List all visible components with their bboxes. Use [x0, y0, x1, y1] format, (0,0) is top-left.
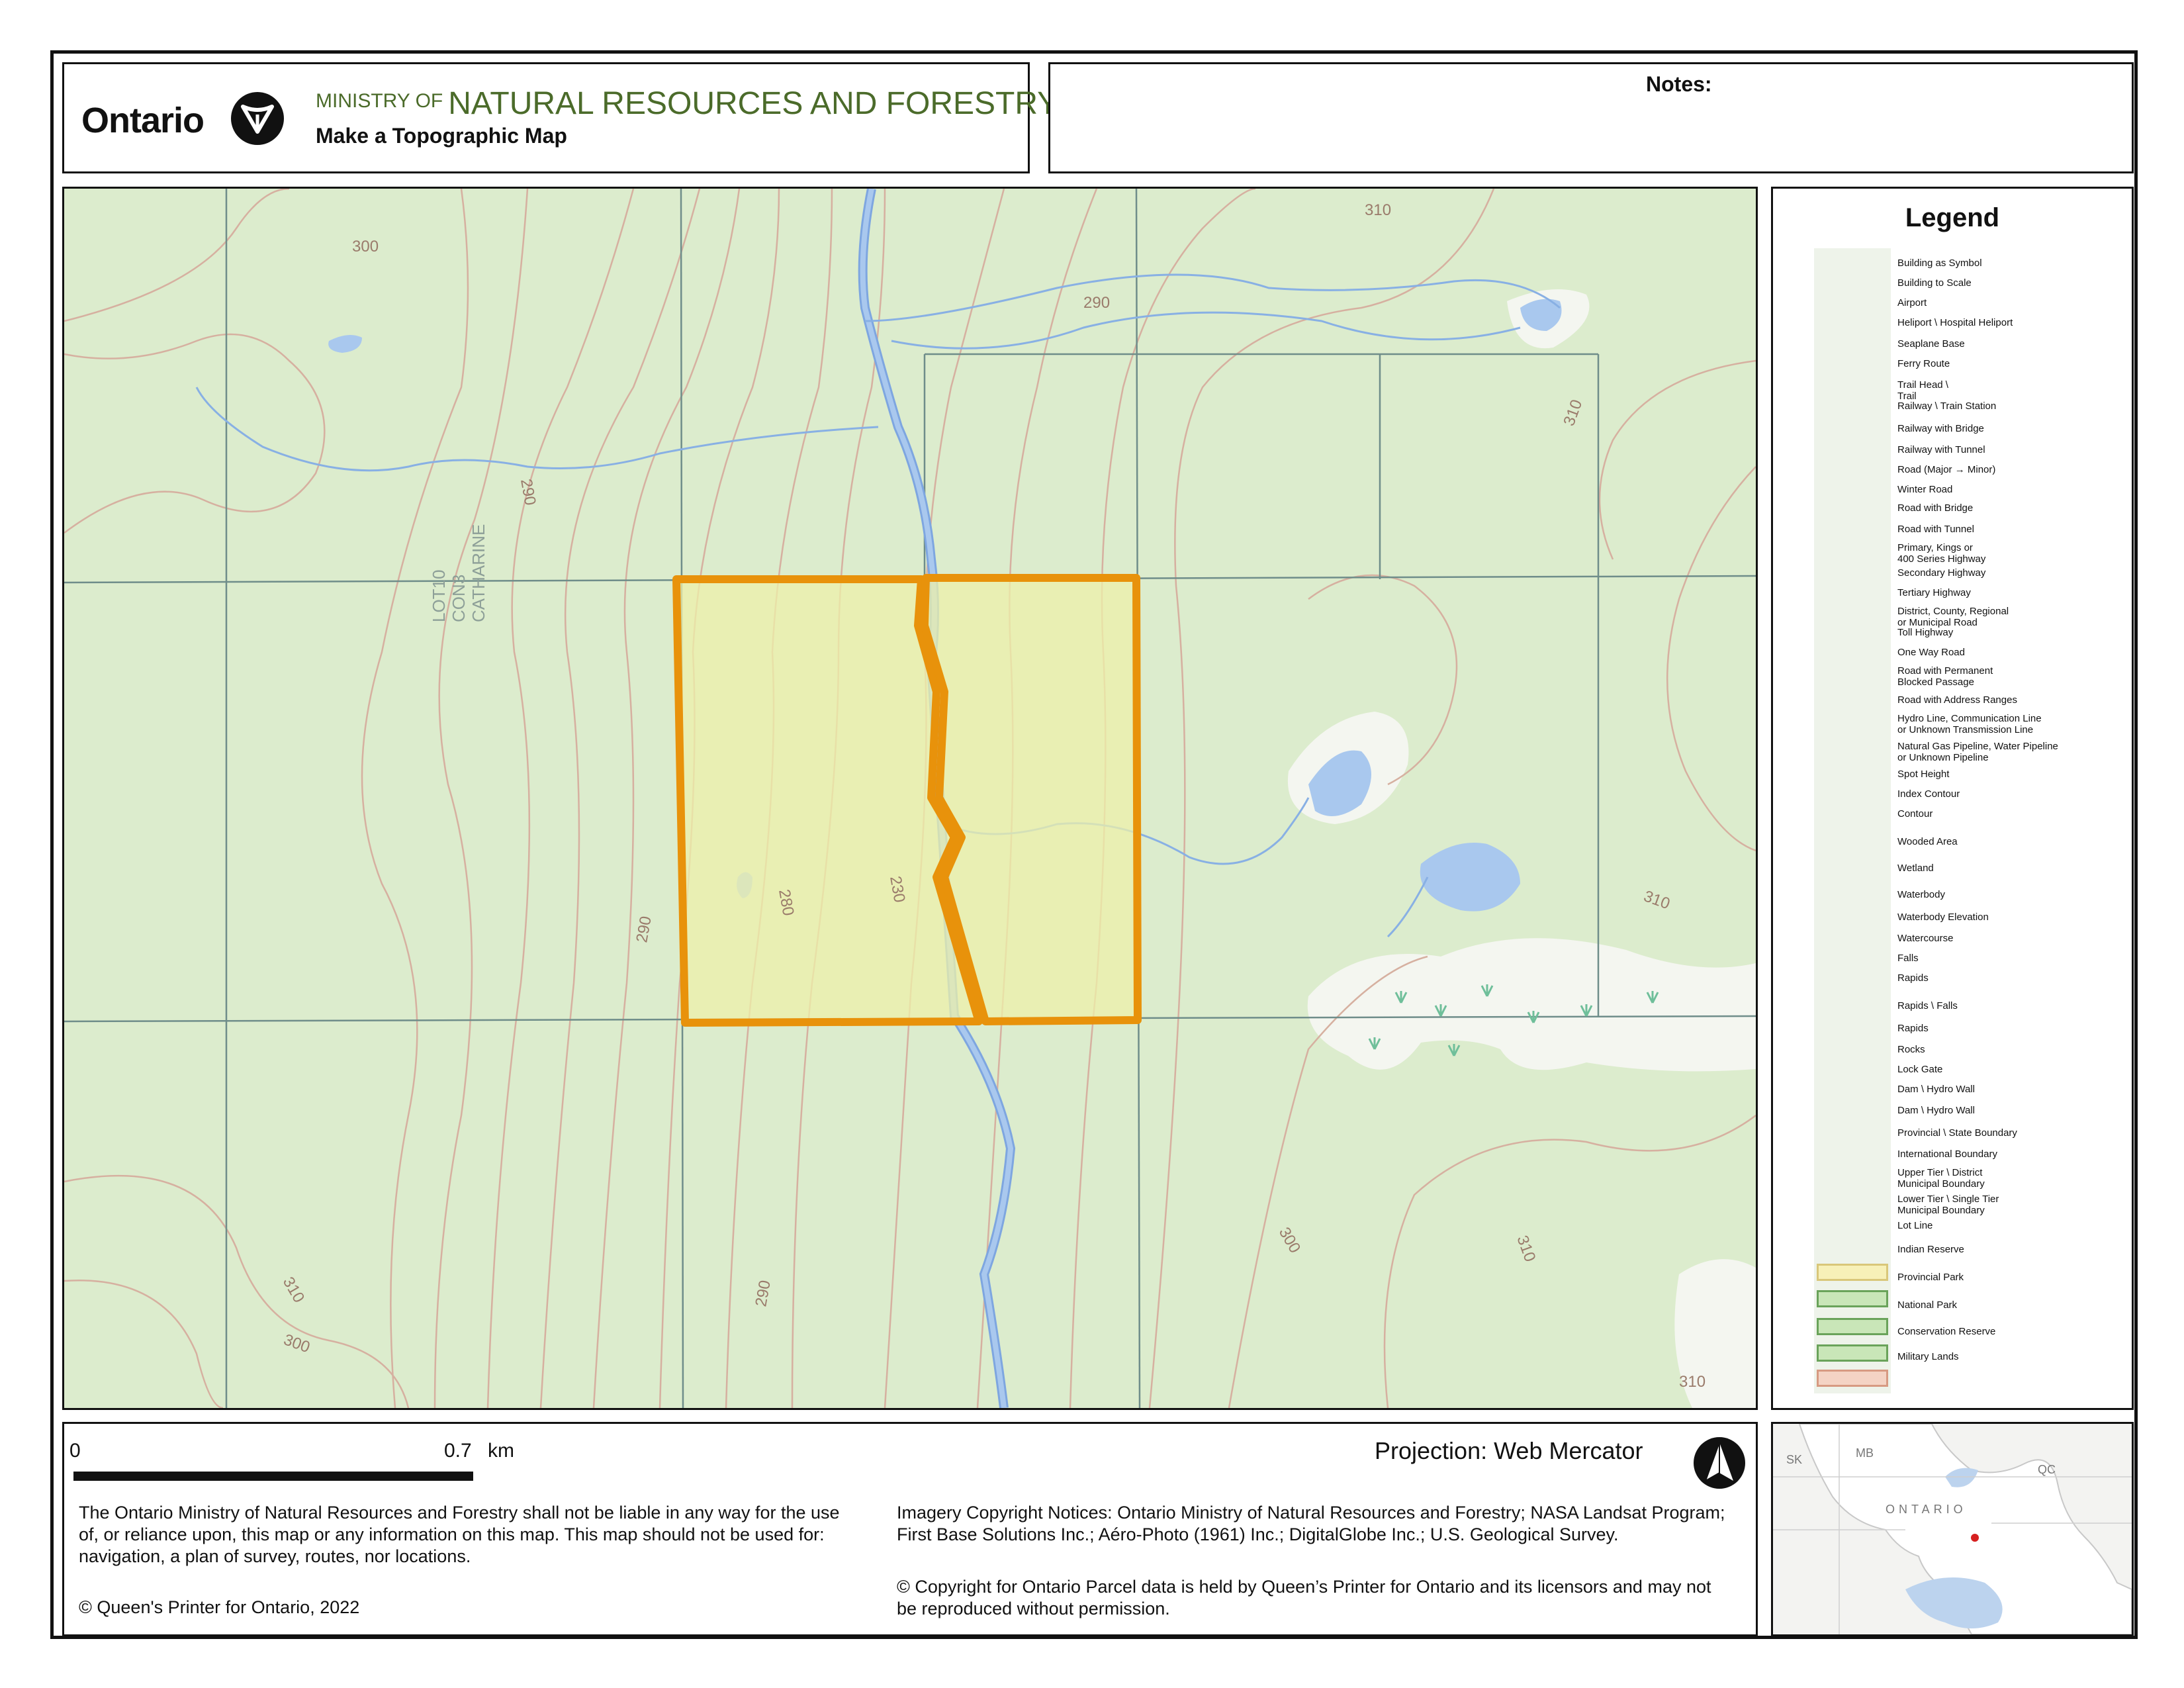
legend-item: Provincial \ State Boundary [1897, 1127, 2017, 1139]
legend-item: Primary, Kings or 400 Series Highway [1897, 542, 1986, 565]
legend-item: District, County, Regional or Municipal … [1897, 606, 2009, 628]
legend-item: Building to Scale [1897, 277, 1972, 289]
legend-item: Natural Gas Pipeline, Water Pipeline or … [1897, 741, 2058, 763]
legend-panel: Legend Building as Symbol Building to Sca… [1771, 187, 2134, 1410]
legend-item: Railway with Bridge [1897, 423, 1984, 434]
legend-item: Rocks [1897, 1044, 1925, 1055]
legend-item: Watercourse [1897, 933, 1954, 944]
legend-item: Rapids [1897, 1023, 1929, 1034]
legend-item: Index Contour [1897, 788, 1960, 800]
legend-symbol-strip [1814, 248, 1891, 1393]
inset-label: SK [1786, 1453, 1802, 1466]
legend-item: Rapids \ Falls [1897, 1000, 1958, 1011]
notes-panel[interactable]: Notes: [1048, 62, 2134, 173]
lot-label-line: CATHARINE [469, 524, 488, 622]
legend-item: Rapids [1897, 972, 1929, 984]
contour-label: 300 [352, 238, 379, 256]
conservation-reserve-swatch [1817, 1344, 1888, 1362]
inset-label: MB [1856, 1446, 1874, 1460]
legend-item: Waterbody Elevation [1897, 912, 1989, 923]
legend-item: Ferry Route [1897, 358, 1950, 369]
scale-bar [73, 1472, 473, 1481]
legend-item: Road (Major → Minor) [1897, 464, 1996, 475]
legend-item: Railway \ Train Station [1897, 400, 1997, 412]
legend-item: Heliport \ Hospital Heliport [1897, 317, 2013, 328]
inset-label: ONTARIO [1886, 1503, 1967, 1516]
legend-title: Legend [1905, 203, 2000, 232]
legend-item: Indian Reserve [1897, 1244, 1964, 1255]
inset-label: QC [2038, 1463, 2056, 1476]
legend-item: Road with Bridge [1897, 502, 1974, 514]
north-arrow-icon [1694, 1437, 1745, 1489]
location-marker [1971, 1534, 1979, 1542]
legend-item: Toll Highway [1897, 627, 1954, 638]
legend-item: Conservation Reserve [1897, 1326, 1996, 1337]
map-subtitle: Make a Topographic Map [316, 124, 567, 148]
copyright-text: © Queen's Printer for Ontario, 2022 [79, 1597, 360, 1617]
disclaimer-text: The Ontario Ministry of Natural Resource… [79, 1503, 840, 1566]
contour-label: 310 [1365, 201, 1391, 219]
legend-item: Lower Tier \ Single Tier Municipal Bound… [1897, 1194, 1999, 1216]
ministry-name: MINISTRY OF NATURAL RESOURCES AND FORESTR… [316, 86, 1059, 121]
map-info-panel: 0 0.7 km Projection: Web Mercator The On… [62, 1422, 1758, 1636]
scale-start: 0 [69, 1440, 81, 1462]
legend-item: Military Lands [1897, 1351, 1959, 1362]
legend-item: Dam \ Hydro Wall [1897, 1084, 1975, 1095]
legend-item: Seaplane Base [1897, 338, 1965, 350]
legend-item: One Way Road [1897, 647, 1965, 658]
locator-inset-map: SK MB QC ONTARIO [1771, 1422, 2134, 1636]
legend-item: Railway with Tunnel [1897, 444, 1985, 455]
lot-label-line: CON3 [449, 575, 469, 622]
indian-reserve-swatch [1817, 1264, 1888, 1281]
legend-item: Falls [1897, 953, 1919, 964]
legend-item: Wetland [1897, 863, 1934, 874]
legend-item: Road with Address Ranges [1897, 694, 2017, 706]
legend-item: Lock Gate [1897, 1064, 1943, 1075]
legend-item: Lot Line [1897, 1220, 1933, 1231]
legend-item: Spot Height [1897, 769, 1950, 780]
legend-item: Tertiary Highway [1897, 587, 1971, 598]
legend-item: National Park [1897, 1299, 1958, 1311]
legend-item: Winter Road [1897, 484, 1953, 495]
provincial-park-swatch [1817, 1290, 1888, 1307]
ontario-wordmark: Ontario [81, 101, 205, 140]
scale-unit: km [488, 1440, 514, 1462]
legend-item: Building as Symbol [1897, 258, 1982, 269]
contour-label: 290 [1083, 294, 1110, 312]
legend-item: Road with Permanent Blocked Passage [1897, 665, 1993, 688]
legend-item: Dam \ Hydro Wall [1897, 1105, 1975, 1116]
title-block: Ontario MINISTRY OF NATURAL RESOURCES AND… [62, 62, 1058, 173]
imagery-notice: Imagery Copyright Notices: Ontario Minis… [897, 1503, 1725, 1544]
legend-item: Trail Head \ Trail [1897, 379, 1948, 402]
map-canvas: 300 310 290 290 310 290 280 230 310 310 … [64, 189, 1756, 1408]
parcel-notice: © Copyright for Ontario Parcel data is h… [897, 1577, 1711, 1618]
legend-item: Wooded Area [1897, 836, 1958, 847]
notes-label: Notes: [1646, 72, 1712, 96]
legend-item: Road with Tunnel [1897, 524, 1974, 535]
topographic-map[interactable]: 300 310 290 290 310 290 280 230 310 310 … [62, 187, 1758, 1410]
contour-label: 310 [1679, 1373, 1706, 1391]
scale-end: 0.7 [444, 1440, 472, 1462]
legend-item: Provincial Park [1897, 1272, 1964, 1283]
legend-item: Hydro Line, Communication Line or Unknow… [1897, 713, 2042, 735]
military-lands-swatch [1817, 1370, 1888, 1387]
legend-item: Airport [1897, 297, 1927, 308]
legend-item: Upper Tier \ District Municipal Boundary [1897, 1167, 1985, 1190]
legend-item: Waterbody [1897, 889, 1945, 900]
legend-item: Secondary Highway [1897, 567, 1986, 579]
lot-label-line: LOT10 [429, 570, 449, 623]
trillium-logo-icon [231, 92, 284, 145]
legend-item: International Boundary [1897, 1149, 1997, 1160]
national-park-swatch [1817, 1318, 1888, 1335]
inset-canvas: SK MB QC ONTARIO [1773, 1424, 2132, 1634]
projection-label: Projection: Web Mercator [1375, 1437, 1643, 1464]
legend-item: Contour [1897, 808, 1933, 820]
